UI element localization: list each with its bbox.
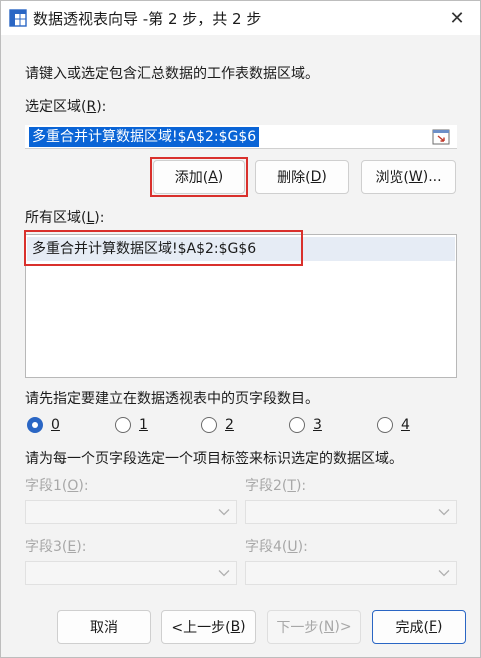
instruction-text: 请键入或选定包含汇总数据的工作表数据区域。 xyxy=(25,66,319,82)
all-ranges-label: 所有区域(L): xyxy=(25,210,105,226)
field3-label: 字段3(E): xyxy=(25,539,87,555)
list-item[interactable]: 多重合并计算数据区域!$A$2:$G$6 xyxy=(27,237,455,261)
window-title: 数据透视表向导 -第 2 步，共 2 步 xyxy=(33,10,262,28)
pivot-wizard-dialog: 数据透视表向导 -第 2 步，共 2 步 ✕ 请键入或选定包含汇总数据的工作表数… xyxy=(0,0,481,658)
collapse-dialog-icon xyxy=(432,129,450,145)
delete-button[interactable]: 删除(D) xyxy=(255,160,349,194)
back-button[interactable]: <上一步(B) xyxy=(161,610,256,644)
chevron-down-icon xyxy=(438,509,450,516)
page-field-count-group: 0 1 2 3 4 xyxy=(27,415,457,435)
chevron-down-icon xyxy=(218,509,230,516)
chevron-down-icon xyxy=(218,570,230,577)
radio-page-fields-4[interactable]: 4 xyxy=(377,415,410,435)
chevron-down-icon xyxy=(438,570,450,577)
cancel-button[interactable]: 取消 xyxy=(57,610,151,644)
radio-page-fields-2[interactable]: 2 xyxy=(201,415,234,435)
field2-label: 字段2(T): xyxy=(245,478,307,494)
radio-page-fields-1[interactable]: 1 xyxy=(115,415,148,435)
radio-unchecked-icon xyxy=(289,417,305,433)
radio-unchecked-icon xyxy=(201,417,217,433)
close-button[interactable]: ✕ xyxy=(434,1,480,35)
selected-range-label: 选定区域(R): xyxy=(25,99,107,115)
selected-range-input[interactable]: 多重合并计算数据区域!$A$2:$G$6 xyxy=(25,125,457,149)
range-picker-button[interactable] xyxy=(429,126,453,148)
field4-label: 字段4(U): xyxy=(245,539,308,555)
radio-page-fields-3[interactable]: 3 xyxy=(289,415,322,435)
field1-select[interactable] xyxy=(25,500,237,524)
field2-select[interactable] xyxy=(245,500,457,524)
add-button[interactable]: 添加(A) xyxy=(153,160,245,194)
title-bar: 数据透视表向导 -第 2 步，共 2 步 ✕ xyxy=(1,1,480,35)
radio-checked-icon xyxy=(27,417,43,433)
close-icon: ✕ xyxy=(449,7,465,29)
item-label-instruction: 请为每一个页字段选定一个项目标签来标识选定的数据区域。 xyxy=(25,451,403,467)
field3-select[interactable] xyxy=(25,561,237,585)
next-button[interactable]: 下一步(N)> xyxy=(267,610,361,644)
browse-button[interactable]: 浏览(W)... xyxy=(361,160,456,194)
pivot-table-icon xyxy=(9,9,27,27)
page-field-instruction: 请先指定要建立在数据透视表中的页字段数目。 xyxy=(25,391,319,407)
radio-unchecked-icon xyxy=(377,417,393,433)
radio-page-fields-0[interactable]: 0 xyxy=(27,415,60,435)
all-ranges-list[interactable]: 多重合并计算数据区域!$A$2:$G$6 xyxy=(25,234,457,378)
field4-select[interactable] xyxy=(245,561,457,585)
finish-button[interactable]: 完成(F) xyxy=(372,610,466,644)
radio-unchecked-icon xyxy=(115,417,131,433)
selected-range-value: 多重合并计算数据区域!$A$2:$G$6 xyxy=(29,127,260,147)
field1-label: 字段1(O): xyxy=(25,478,89,494)
